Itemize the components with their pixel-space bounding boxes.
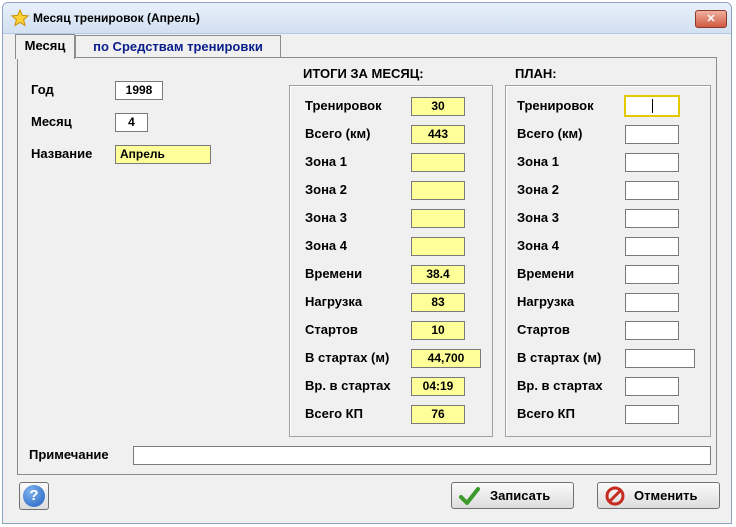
tab-month[interactable]: Месяц xyxy=(15,34,75,59)
help-button[interactable]: ? xyxy=(19,482,49,510)
help-icon: ? xyxy=(23,485,45,507)
totals-label-time-in-starts: Вр. в стартах xyxy=(305,378,391,393)
tab-by-training-means[interactable]: по Средствам тренировки xyxy=(75,35,281,58)
totals-label-zone3: Зона 3 xyxy=(305,210,348,225)
totals-label-trainings: Тренировок xyxy=(305,98,382,113)
totals-label-time: Времени xyxy=(305,266,363,281)
month-field[interactable]: 4 xyxy=(115,113,148,132)
totals-field-zone1[interactable] xyxy=(411,153,465,172)
plan-label-total-cp: Всего КП xyxy=(517,406,575,421)
note-field[interactable] xyxy=(133,446,711,465)
plan-field-zone3[interactable] xyxy=(625,209,679,228)
window-title: Месяц тренировок (Апрель) xyxy=(33,11,200,25)
plan-label-zone2: Зона 2 xyxy=(517,182,560,197)
year-label: Год xyxy=(31,82,54,97)
no-entry-icon xyxy=(605,486,625,506)
plan-label-time: Времени xyxy=(517,266,575,281)
plan-field-zone4[interactable] xyxy=(625,237,679,256)
plan-header: ПЛАН: xyxy=(515,66,557,81)
text-cursor xyxy=(652,98,653,113)
year-field[interactable]: 1998 xyxy=(115,81,163,100)
totals-field-load[interactable]: 83 xyxy=(411,293,465,312)
totals-label-in-starts-m: В стартах (м) xyxy=(305,350,390,365)
plan-field-time[interactable] xyxy=(625,265,679,284)
save-button-label: Записать xyxy=(490,488,551,503)
save-button[interactable]: Записать xyxy=(451,482,574,509)
cancel-button-label: Отменить xyxy=(634,488,698,503)
totals-field-starts[interactable]: 10 xyxy=(411,321,465,340)
plan-field-zone2[interactable] xyxy=(625,181,679,200)
totals-label-zone4: Зона 4 xyxy=(305,238,348,253)
plan-label-starts: Стартов xyxy=(517,322,570,337)
plan-field-total-cp[interactable] xyxy=(625,405,679,424)
plan-label-load: Нагрузка xyxy=(517,294,575,309)
totals-field-zone2[interactable] xyxy=(411,181,465,200)
month-label: Месяц xyxy=(31,114,72,129)
totals-label-total-km: Всего (км) xyxy=(305,126,371,141)
plan-field-zone1[interactable] xyxy=(625,153,679,172)
note-label: Примечание xyxy=(29,447,109,462)
checkmark-icon xyxy=(459,487,480,505)
plan-field-load[interactable] xyxy=(625,293,679,312)
totals-label-total-cp: Всего КП xyxy=(305,406,363,421)
plan-field-starts[interactable] xyxy=(625,321,679,340)
plan-field-time-in-starts[interactable] xyxy=(625,377,679,396)
name-field[interactable]: Апрель xyxy=(115,145,211,164)
dialog-window: Месяц тренировок (Апрель) ✕ Месяц по Сре… xyxy=(2,2,732,524)
totals-field-time[interactable]: 38.4 xyxy=(411,265,465,284)
totals-field-total-km[interactable]: 443 xyxy=(411,125,465,144)
plan-label-time-in-starts: Вр. в стартах xyxy=(517,378,603,393)
plan-label-zone4: Зона 4 xyxy=(517,238,560,253)
name-label: Название xyxy=(31,146,93,161)
totals-field-total-cp[interactable]: 76 xyxy=(411,405,465,424)
cancel-button[interactable]: Отменить xyxy=(597,482,720,509)
totals-field-trainings[interactable]: 30 xyxy=(411,97,465,116)
close-button[interactable]: ✕ xyxy=(695,10,727,28)
totals-header: ИТОГИ ЗА МЕСЯЦ: xyxy=(303,66,424,81)
help-icon-glyph: ? xyxy=(29,487,39,504)
star-app-icon xyxy=(11,9,29,27)
plan-label-in-starts-m: В стартах (м) xyxy=(517,350,602,365)
totals-field-zone4[interactable] xyxy=(411,237,465,256)
plan-field-trainings[interactable] xyxy=(624,95,680,117)
plan-field-in-starts-m[interactable] xyxy=(625,349,695,368)
totals-field-zone3[interactable] xyxy=(411,209,465,228)
plan-label-trainings: Тренировок xyxy=(517,98,594,113)
totals-field-in-starts-m[interactable]: 44,700 xyxy=(411,349,481,368)
plan-field-total-km[interactable] xyxy=(625,125,679,144)
plan-label-zone3: Зона 3 xyxy=(517,210,560,225)
totals-label-zone2: Зона 2 xyxy=(305,182,348,197)
totals-label-load: Нагрузка xyxy=(305,294,363,309)
plan-label-zone1: Зона 1 xyxy=(517,154,560,169)
plan-label-total-km: Всего (км) xyxy=(517,126,583,141)
totals-label-zone1: Зона 1 xyxy=(305,154,348,169)
totals-label-starts: Стартов xyxy=(305,322,358,337)
title-bar: Месяц тренировок (Апрель) ✕ xyxy=(3,3,731,34)
totals-field-time-in-starts[interactable]: 04:19 xyxy=(411,377,465,396)
